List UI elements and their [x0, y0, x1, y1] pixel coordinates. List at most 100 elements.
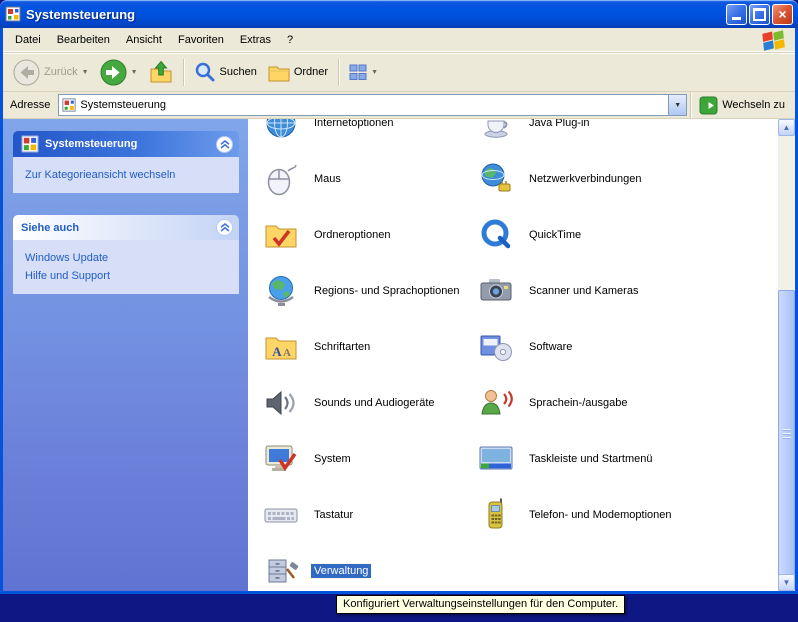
item-label: Taskleiste und Startmenü: [526, 452, 656, 466]
item-sounds-audiogeraete[interactable]: Sounds und Audiogeräte: [263, 375, 503, 431]
back-dropdown-icon: ▼: [82, 69, 89, 76]
telefon-modemoptionen-icon: [478, 497, 514, 533]
panel-siehe-auch-header[interactable]: Siehe auch: [13, 215, 239, 240]
address-value: Systemsteuerung: [80, 99, 664, 111]
menubar: Datei Bearbeiten Ansicht Favoriten Extra…: [3, 28, 795, 53]
schriftarten-icon: AA: [263, 329, 299, 365]
item-internetoptionen[interactable]: Internetoptionen: [263, 119, 503, 151]
forward-dropdown-icon: ▼: [131, 69, 138, 76]
item-taskleiste-startmenue[interactable]: Taskleiste und Startmenü: [478, 431, 718, 487]
java-plugin-icon: [478, 119, 514, 141]
panel-systemsteuerung-header[interactable]: Systemsteuerung: [13, 131, 239, 157]
help-support-link[interactable]: Hilfe und Support: [25, 267, 227, 285]
item-label: Schriftarten: [311, 340, 373, 354]
scroll-down-button[interactable]: ▼: [778, 574, 795, 591]
item-schriftarten[interactable]: AA Schriftarten: [263, 319, 503, 375]
collapse-chevron-icon[interactable]: [216, 219, 233, 236]
item-verwaltung[interactable]: Verwaltung: [263, 543, 503, 591]
panel-title: Systemsteuerung: [45, 138, 137, 150]
go-button-label: Wechseln zu: [722, 99, 785, 111]
toolbar-separator: [183, 59, 184, 86]
item-software[interactable]: Software: [478, 319, 718, 375]
up-folder-icon: [149, 60, 173, 84]
maus-icon: [263, 161, 299, 197]
item-label: Maus: [311, 172, 344, 186]
item-label: QuickTime: [526, 228, 584, 242]
scrollbar-thumb[interactable]: [778, 290, 795, 577]
tooltip: Konfiguriert Verwaltungseinstellungen fü…: [336, 595, 625, 614]
window-icon: [5, 6, 21, 22]
menu-item-ansicht[interactable]: Ansicht: [118, 31, 170, 49]
menu-item-datei[interactable]: Datei: [7, 31, 49, 49]
scrollbar-grip: [783, 429, 791, 439]
vertical-scrollbar[interactable]: ▲ ▼: [778, 119, 795, 591]
item-java-plugin[interactable]: Java Plug-in: [478, 119, 718, 151]
regions-sprachoptionen-icon: [263, 273, 299, 309]
collapse-chevron-icon[interactable]: [216, 136, 233, 153]
maximize-button[interactable]: [749, 4, 770, 25]
toolbar: Zurück ▼ ▼ Suchen Ordner ▼: [3, 53, 795, 92]
menu-item-bearbeiten[interactable]: Bearbeiten: [49, 31, 118, 49]
item-regions-sprachoptionen[interactable]: Regions- und Sprachoptionen: [263, 263, 503, 319]
item-system[interactable]: System: [263, 431, 503, 487]
item-label-selected: Verwaltung: [311, 564, 371, 578]
item-telefon-modemoptionen[interactable]: Telefon- und Modemoptionen: [478, 487, 718, 543]
verwaltung-icon: [263, 553, 299, 589]
address-label: Adresse: [10, 99, 50, 111]
icon-column-right: Java Plug-in Netzwerkverbindungen QuickT…: [478, 119, 718, 543]
taskleiste-startmenue-icon: [478, 441, 514, 477]
address-input[interactable]: Systemsteuerung ▼: [58, 94, 687, 116]
address-item-icon: [62, 98, 76, 112]
back-arrow-icon: [13, 59, 40, 86]
main-area: Systemsteuerung Zur Kategorieansicht wec…: [3, 119, 795, 591]
search-icon: [194, 61, 216, 83]
menu-item-extras[interactable]: Extras: [232, 31, 279, 49]
tastatur-icon: [263, 497, 299, 533]
go-arrow-icon: [699, 96, 718, 115]
panel-systemsteuerung-body: Zur Kategorieansicht wechseln: [13, 157, 239, 193]
control-panel-icon: [21, 135, 39, 153]
addressbar: Adresse Systemsteuerung ▼ Wechseln zu: [3, 92, 795, 119]
switch-to-category-view-link[interactable]: Zur Kategorieansicht wechseln: [25, 166, 227, 184]
views-button[interactable]: ▼: [345, 62, 382, 83]
address-dropdown-button[interactable]: ▼: [668, 95, 686, 115]
item-label: Sprachein-/ausgabe: [526, 396, 630, 410]
forward-button[interactable]: ▼: [96, 57, 142, 88]
item-sprachein-ausgabe[interactable]: Sprachein-/ausgabe: [478, 375, 718, 431]
item-label: Ordneroptionen: [311, 228, 393, 242]
item-tastatur[interactable]: Tastatur: [263, 487, 503, 543]
item-label: Scanner und Kameras: [526, 284, 641, 298]
folders-button-label: Ordner: [294, 66, 328, 78]
item-label: Software: [526, 340, 575, 354]
item-quicktime[interactable]: QuickTime: [478, 207, 718, 263]
panel-systemsteuerung: Systemsteuerung Zur Kategorieansicht wec…: [13, 131, 239, 193]
panel-siehe-auch: Siehe auch Windows Update Hilfe und Supp…: [13, 215, 239, 294]
icon-column-left: Internetoptionen Maus Ordneroptionen Reg…: [263, 119, 503, 591]
item-label: Java Plug-in: [526, 119, 593, 130]
close-button[interactable]: ×: [772, 4, 793, 25]
menu-item-hilfe[interactable]: ?: [279, 31, 301, 49]
item-maus[interactable]: Maus: [263, 151, 503, 207]
windows-update-link[interactable]: Windows Update: [25, 249, 227, 267]
back-button[interactable]: Zurück ▼: [9, 57, 93, 88]
system-icon: [263, 441, 299, 477]
item-netzwerkverbindungen[interactable]: Netzwerkverbindungen: [478, 151, 718, 207]
internetoptionen-icon: [263, 119, 299, 141]
svg-text:A: A: [283, 347, 291, 359]
item-ordneroptionen[interactable]: Ordneroptionen: [263, 207, 503, 263]
folders-button[interactable]: Ordner: [264, 59, 332, 85]
menu-item-favoriten[interactable]: Favoriten: [170, 31, 232, 49]
search-button-label: Suchen: [220, 66, 257, 78]
scroll-up-button[interactable]: ▲: [778, 119, 795, 136]
search-button[interactable]: Suchen: [190, 59, 261, 85]
up-button[interactable]: [145, 58, 177, 86]
go-button[interactable]: Wechseln zu: [694, 96, 790, 115]
titlebar[interactable]: Systemsteuerung ×: [0, 0, 798, 28]
ordneroptionen-icon: [263, 217, 299, 253]
windows-logo-icon: [760, 29, 788, 52]
item-label: Sounds und Audiogeräte: [311, 396, 438, 410]
netzwerkverbindungen-icon: [478, 161, 514, 197]
minimize-button[interactable]: [726, 4, 747, 25]
item-label: System: [311, 452, 354, 466]
item-scanner-kameras[interactable]: Scanner und Kameras: [478, 263, 718, 319]
